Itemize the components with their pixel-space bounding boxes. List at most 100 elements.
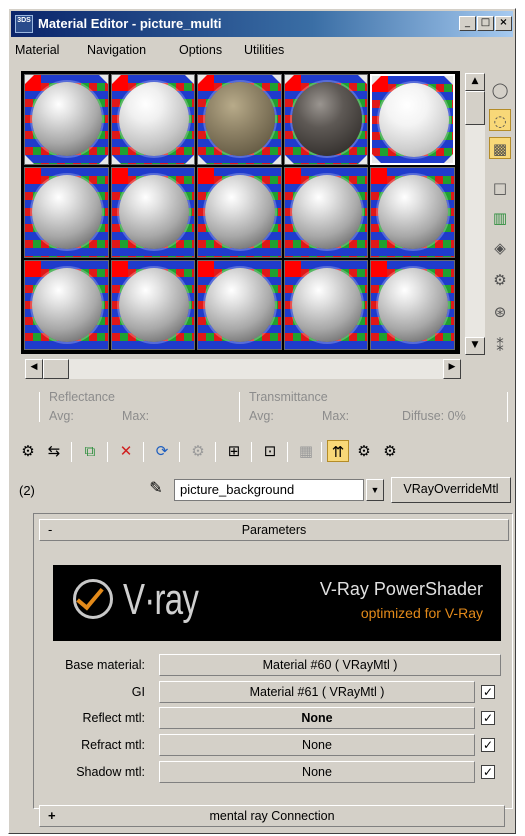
- make-preview-icon[interactable]: ◈: [489, 237, 511, 259]
- put-to-scene-icon[interactable]: ⇆: [43, 440, 65, 462]
- reset-map-icon[interactable]: ✕: [115, 440, 137, 462]
- menu-utilities[interactable]: Utilities: [244, 43, 284, 57]
- slot-hot-material-corner: [271, 75, 281, 84]
- scroll-up-button[interactable]: ▲: [465, 73, 485, 91]
- reflectance-label: Reflectance: [49, 390, 116, 404]
- slot-hot-material-corner: [284, 75, 294, 84]
- slot-hot-material-corner: [98, 154, 108, 164]
- show-end-result-icon[interactable]: ▦: [295, 440, 317, 462]
- vray-banner-subtitle: optimized for V-Ray: [360, 605, 483, 621]
- material-slot[interactable]: [283, 74, 369, 165]
- options-icon[interactable]: ⚙: [489, 269, 511, 291]
- material-sphere-preview: [118, 82, 189, 156]
- base-material-label: Base material:: [65, 658, 145, 672]
- material-slot[interactable]: [110, 166, 196, 258]
- maximize-button[interactable]: □: [477, 16, 494, 31]
- material-slot[interactable]: [110, 74, 196, 165]
- slot-hot-material-corner: [372, 76, 382, 85]
- show-map-in-viewport-icon[interactable]: ⊡: [259, 440, 281, 462]
- vertical-scroll-thumb[interactable]: [465, 91, 485, 125]
- material-type-button[interactable]: VRayOverrideMtl: [391, 477, 511, 503]
- material-name-dropdown-button[interactable]: ▼: [366, 479, 384, 501]
- material-sphere-preview: [205, 267, 276, 342]
- menu-material[interactable]: Material: [15, 43, 59, 57]
- diffuse-label: Diffuse: 0%: [402, 409, 466, 423]
- material-slot[interactable]: [110, 259, 196, 351]
- gi-label: GI: [131, 685, 145, 699]
- transmittance-label: Transmittance: [249, 390, 328, 404]
- transmittance-max-label: Max:: [322, 409, 350, 423]
- make-unique-icon[interactable]: ⟳: [151, 440, 173, 462]
- base-material-button[interactable]: Material #60 ( VRayMtl ): [159, 654, 501, 676]
- material-sphere-preview: [32, 174, 102, 249]
- material-name-input[interactable]: picture_background: [174, 479, 364, 501]
- pick-from-object-icon[interactable]: ⚙: [379, 440, 401, 462]
- shadow-mtl-button[interactable]: None: [159, 761, 475, 783]
- mental-ray-rollout-header[interactable]: + mental ray Connection: [39, 805, 505, 827]
- horizontal-scroll-thumb[interactable]: [43, 359, 69, 379]
- material-slot[interactable]: [370, 259, 455, 351]
- toolbar-separator: [215, 442, 216, 462]
- reflect-mtl-checkbox[interactable]: ✓: [481, 711, 495, 725]
- reflectance-avg-label: Avg:: [49, 409, 74, 423]
- material-slot[interactable]: [197, 259, 282, 351]
- slot-hot-material-corner: [198, 75, 208, 84]
- material-map-navigator-icon[interactable]: ⁑: [489, 335, 511, 357]
- material-slot[interactable]: [283, 259, 369, 351]
- material-slot[interactable]: [197, 74, 282, 165]
- slot-hot-material-corner: [185, 154, 195, 164]
- menu-bar: Material Navigation Options Utilities: [11, 40, 513, 62]
- transmittance-divider: [239, 392, 240, 422]
- minimize-button[interactable]: _: [459, 16, 476, 31]
- material-sphere-preview: [291, 174, 362, 249]
- refract-mtl-label: Refract mtl:: [81, 738, 145, 752]
- shadow-mtl-checkbox[interactable]: ✓: [481, 765, 495, 779]
- video-color-check-icon[interactable]: ▥: [489, 207, 511, 229]
- material-sphere-preview: [291, 267, 362, 342]
- select-by-material-icon[interactable]: ⊛: [489, 301, 511, 323]
- slot-hot-material-corner: [372, 153, 382, 163]
- assign-material-icon[interactable]: ⧉: [79, 440, 101, 462]
- window-title: Material Editor - picture_multi: [38, 16, 222, 31]
- background-icon[interactable]: ▩: [489, 137, 511, 159]
- refract-mtl-checkbox[interactable]: ✓: [481, 738, 495, 752]
- material-sphere-preview: [205, 174, 276, 249]
- material-slot[interactable]: [24, 74, 109, 165]
- material-effects-channel-icon[interactable]: ⊞: [223, 440, 245, 462]
- gi-checkbox[interactable]: ✓: [481, 685, 495, 699]
- put-to-library-icon[interactable]: ⚙: [187, 440, 209, 462]
- get-material-icon[interactable]: ⚙: [17, 440, 39, 462]
- refract-mtl-button[interactable]: None: [159, 734, 475, 756]
- material-slot[interactable]: [197, 166, 282, 258]
- material-slot[interactable]: [24, 166, 109, 258]
- material-sphere-preview: [32, 267, 102, 342]
- material-slot[interactable]: [283, 166, 369, 258]
- go-forward-to-sibling-icon[interactable]: ⚙: [353, 440, 375, 462]
- backlight-icon[interactable]: ◌: [489, 109, 511, 131]
- go-to-parent-icon[interactable]: ⇈: [327, 440, 349, 462]
- menu-navigation[interactable]: Navigation: [87, 43, 146, 57]
- shadow-mtl-label: Shadow mtl:: [76, 765, 145, 779]
- slot-hot-material-corner: [111, 75, 121, 84]
- material-slot[interactable]: [370, 166, 455, 258]
- menu-options[interactable]: Options: [179, 43, 222, 57]
- gi-material-button[interactable]: Material #61 ( VRayMtl ): [159, 681, 475, 703]
- slot-hot-material-corner: [271, 154, 281, 164]
- pick-material-eyedropper-icon[interactable]: ✎: [145, 477, 167, 499]
- vray-banner: V·ray V-Ray PowerShader optimized for V-…: [53, 565, 501, 641]
- scroll-right-button[interactable]: ▶: [443, 359, 461, 379]
- transmittance-avg-label: Avg:: [249, 409, 274, 423]
- scroll-left-button[interactable]: ◀: [25, 359, 43, 379]
- parameters-rollout-header[interactable]: - Parameters: [39, 519, 509, 541]
- scroll-down-button[interactable]: ▼: [465, 337, 485, 355]
- title-bar[interactable]: 3DS Material Editor - picture_multi _ □ …: [11, 11, 513, 37]
- slots-horizontal-scrollbar[interactable]: ◀ ▶: [25, 359, 461, 379]
- material-slot[interactable]: [24, 259, 109, 351]
- slots-vertical-scrollbar[interactable]: ▲ ▼: [465, 73, 485, 355]
- close-button[interactable]: ×: [495, 16, 512, 31]
- sample-type-icon[interactable]: ◯: [489, 79, 511, 101]
- reflect-mtl-button[interactable]: None: [159, 707, 475, 729]
- mental-ray-rollout-title: mental ray Connection: [209, 809, 335, 823]
- material-slot-active[interactable]: [370, 74, 455, 165]
- uv-tiling-icon[interactable]: □: [489, 177, 511, 199]
